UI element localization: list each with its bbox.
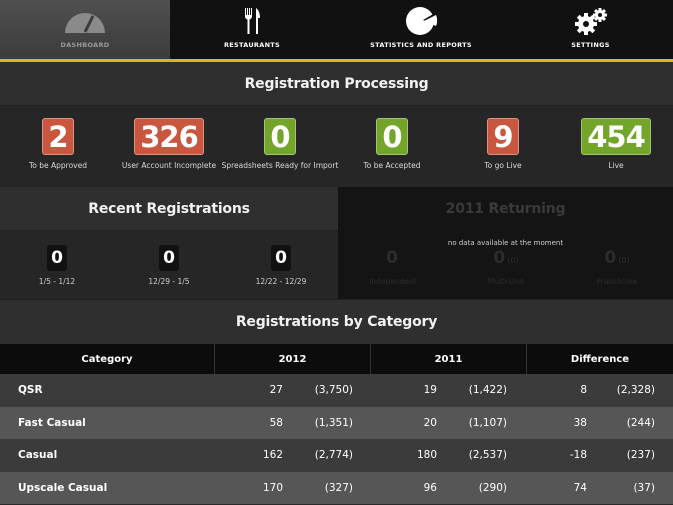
nav-statistics[interactable]: Statistics and Reports bbox=[334, 0, 508, 59]
returning-item: 0 Independent bbox=[338, 245, 448, 286]
stat-to-be-approved[interactable]: 2 To be Approved bbox=[0, 118, 118, 170]
paren-diff: (244) bbox=[626, 416, 655, 429]
value-diff: 74 bbox=[573, 481, 587, 494]
value-2011: 96 bbox=[423, 481, 437, 494]
paren-diff: (237) bbox=[626, 449, 655, 462]
recent-item[interactable]: 0 12/22 - 12/29 bbox=[226, 245, 336, 286]
paren-2011: (1,107) bbox=[468, 416, 507, 429]
stat-spreadsheets-ready[interactable]: 0 Spreadsheets Ready for Import bbox=[220, 118, 340, 170]
paren-2011: (290) bbox=[478, 481, 507, 494]
nav-label: Dashboard bbox=[60, 41, 110, 49]
returning-title: 2011 Returning bbox=[338, 187, 673, 231]
nav-label: Statistics and Reports bbox=[370, 41, 472, 49]
stat-label: To be Accepted bbox=[363, 161, 421, 170]
recent-label: 1/5 - 1/12 bbox=[38, 277, 76, 286]
table-body: QSR 27 (3,750) 19 (1,422) 8 (2,328) Fast Ca… bbox=[0, 374, 673, 504]
stat-value: 454 bbox=[581, 118, 651, 155]
recent-item[interactable]: 0 1/5 - 1/12 bbox=[2, 245, 112, 286]
gauge-icon bbox=[63, 6, 107, 36]
stat-label: To go Live bbox=[484, 161, 522, 170]
recent-label: 12/29 - 1/5 bbox=[148, 277, 190, 286]
value-2011: 20 bbox=[423, 416, 437, 429]
category-title: Registrations by Category bbox=[0, 299, 673, 344]
stat-label: Live bbox=[608, 161, 624, 170]
value-2012: 170 bbox=[262, 481, 283, 494]
processing-title: Registration Processing bbox=[0, 62, 673, 106]
stat-label: To be Approved bbox=[28, 161, 87, 170]
nav-restaurants[interactable]: Restaurants bbox=[170, 0, 334, 59]
header-2012: 2012 bbox=[215, 344, 371, 374]
stat-to-go-live[interactable]: 9 To go Live bbox=[443, 118, 563, 170]
stat-label: Spreadsheets Ready for Import bbox=[221, 161, 339, 170]
recent-value: 0 bbox=[159, 245, 179, 271]
recent-stats: 0 1/5 - 1/12 0 12/29 - 1/5 0 12/22 - 12/… bbox=[0, 231, 338, 299]
main-nav: Dashboard Restaurants Statistics and Rep… bbox=[0, 0, 673, 59]
header-2011: 2011 bbox=[371, 344, 527, 374]
stat-value: 9 bbox=[487, 118, 519, 155]
table-header: Category 2012 2011 Difference bbox=[0, 344, 673, 374]
value-2011: 19 bbox=[423, 384, 437, 397]
returning-label: Franchisee bbox=[596, 277, 638, 286]
recent-title: Recent Registrations bbox=[0, 187, 338, 231]
table-row: Upscale Casual 170 (327) 96 (290) 74 (37) bbox=[0, 471, 673, 504]
table-row: QSR 27 (3,750) 19 (1,422) 8 (2,328) bbox=[0, 374, 673, 407]
fork-knife-icon bbox=[242, 6, 262, 36]
pie-chart-icon bbox=[405, 6, 437, 36]
recent-label: 12/22 - 12/29 bbox=[255, 277, 307, 286]
recent-value: 0 bbox=[271, 245, 291, 271]
paren-2012: (1,351) bbox=[314, 416, 353, 429]
nav-label: Settings bbox=[571, 41, 610, 49]
recent-item[interactable]: 0 12/29 - 1/5 bbox=[114, 245, 224, 286]
paren-2012: (3,750) bbox=[314, 384, 353, 397]
table-row: Casual 162 (2,774) 180 (2,537) -18 (237) bbox=[0, 439, 673, 472]
paren-2011: (1,422) bbox=[468, 384, 507, 397]
returning-item: 0 (0) Multi-Unit bbox=[451, 245, 561, 286]
row-category: Casual bbox=[18, 449, 58, 462]
stat-value: 2 bbox=[42, 118, 74, 155]
value-2012: 162 bbox=[262, 449, 283, 462]
paren-2012: (327) bbox=[324, 481, 353, 494]
stat-value: 0 bbox=[376, 118, 408, 155]
processing-stats: 2 To be Approved 326 User Account Incomp… bbox=[0, 106, 673, 187]
value-diff: 38 bbox=[573, 416, 587, 429]
stat-live[interactable]: 454 Live bbox=[556, 118, 673, 170]
gears-icon bbox=[573, 6, 609, 36]
returning-item: 0 (0) Franchisee bbox=[562, 245, 672, 286]
value-diff: -18 bbox=[569, 449, 587, 462]
returning-stats: no data available at the moment 0 Indepe… bbox=[338, 231, 673, 299]
paren-diff: (37) bbox=[633, 481, 655, 494]
table-row: Fast Casual 58 (1,351) 20 (1,107) 38 (244) bbox=[0, 406, 673, 439]
stat-value: 0 bbox=[264, 118, 296, 155]
value-2012: 58 bbox=[269, 416, 283, 429]
header-difference: Difference bbox=[570, 353, 630, 365]
value-2011: 180 bbox=[416, 449, 437, 462]
stat-label: User Account Incomplete bbox=[121, 161, 217, 170]
paren-2011: (2,537) bbox=[468, 449, 507, 462]
paren-diff: (2,328) bbox=[616, 384, 655, 397]
row-category: Fast Casual bbox=[18, 416, 86, 429]
row-category: Upscale Casual bbox=[18, 481, 108, 494]
stat-to-be-accepted[interactable]: 0 To be Accepted bbox=[332, 118, 452, 170]
returning-value: 0 (0) bbox=[604, 248, 630, 268]
returning-label: Multi-Unit bbox=[487, 277, 525, 286]
returning-value: 0 (0) bbox=[493, 248, 519, 268]
category-table: Category 2012 2011 Difference QSR 27 (3,7… bbox=[0, 344, 673, 504]
header-category: Category bbox=[0, 344, 215, 374]
returning-value: 0 bbox=[386, 248, 398, 268]
value-diff: 8 bbox=[580, 384, 587, 397]
nav-dashboard[interactable]: Dashboard bbox=[0, 0, 170, 59]
value-2012: 27 bbox=[269, 384, 283, 397]
paren-2012: (2,774) bbox=[314, 449, 353, 462]
stat-user-account-incomplete[interactable]: 326 User Account Incomplete bbox=[109, 118, 229, 170]
returning-label: Independent bbox=[369, 277, 417, 286]
row-category: QSR bbox=[18, 384, 43, 397]
nav-settings[interactable]: Settings bbox=[508, 0, 673, 59]
nav-label: Restaurants bbox=[223, 41, 281, 49]
recent-value: 0 bbox=[47, 245, 67, 271]
stat-value: 326 bbox=[134, 118, 204, 155]
